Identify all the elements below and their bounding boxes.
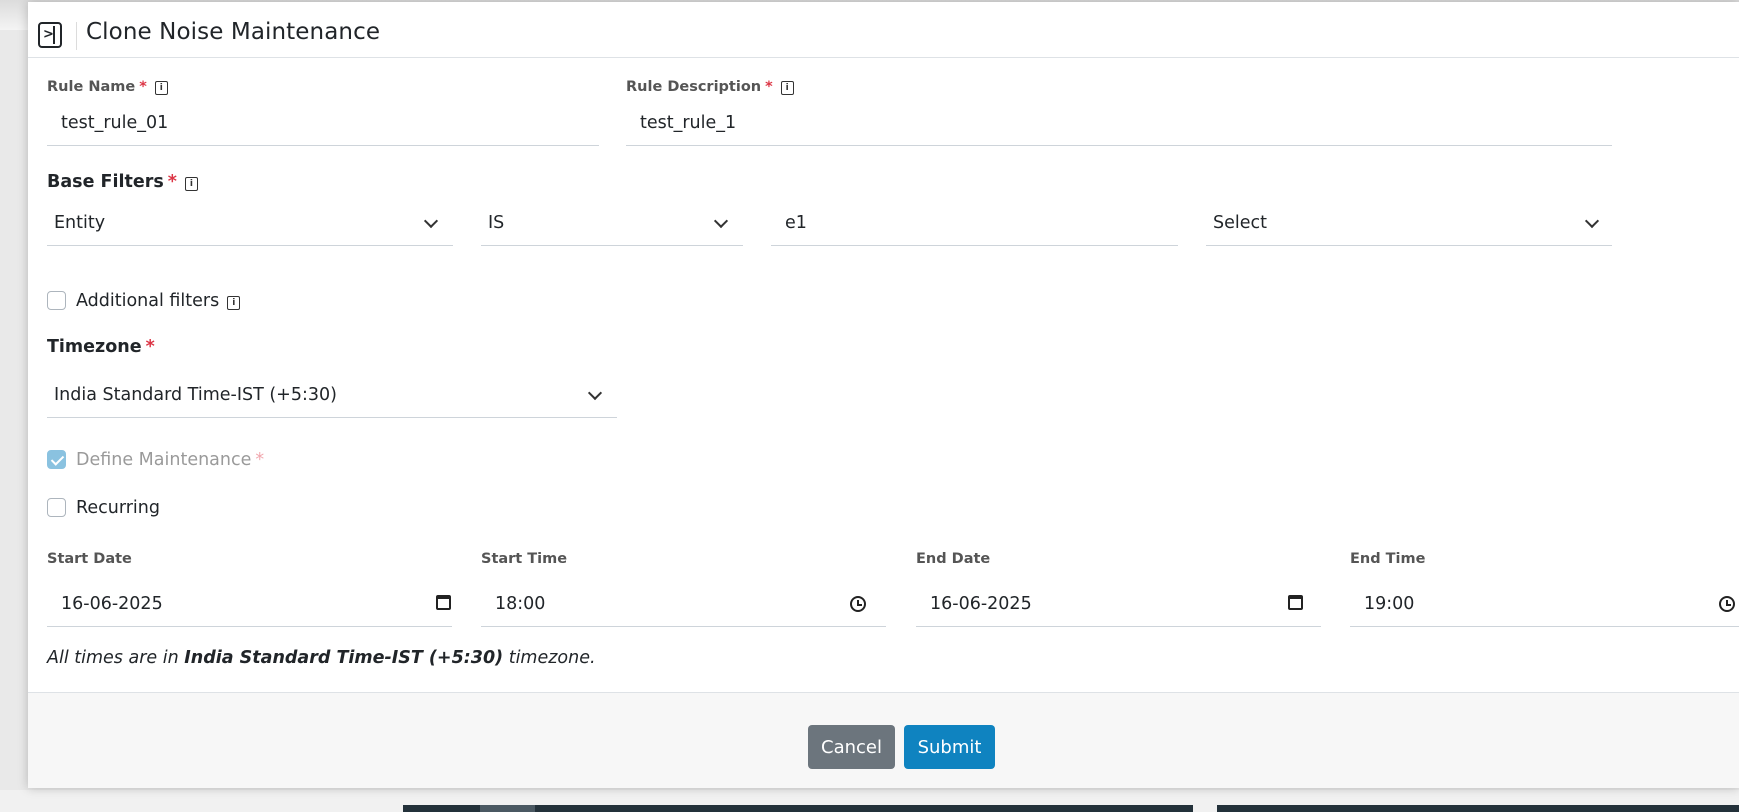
clone-maintenance-modal: > Clone Noise Maintenance Rule Name * i te… — [28, 2, 1739, 788]
start-time-input[interactable]: 18:00 — [481, 583, 886, 627]
filter-field-select[interactable]: Entity — [47, 202, 453, 246]
calendar-icon[interactable] — [436, 595, 451, 610]
info-icon[interactable]: i — [184, 177, 198, 191]
filter-value-input[interactable]: e1 — [771, 202, 1178, 246]
define-maintenance-checkbox[interactable] — [47, 450, 66, 469]
clock-icon[interactable] — [850, 596, 866, 612]
info-icon[interactable]: i — [154, 81, 168, 95]
recurring-checkbox[interactable] — [47, 498, 66, 517]
filter-extra-select[interactable]: Select — [1206, 202, 1612, 246]
recurring-label: Recurring — [76, 498, 160, 518]
calendar-icon[interactable] — [1288, 595, 1303, 610]
chevron-down-icon — [713, 213, 729, 229]
rule-description-input[interactable]: test_rule_1 — [626, 102, 1612, 146]
timezone-label: Timezone * — [47, 337, 155, 357]
rule-name-input[interactable]: test_rule_01 — [47, 102, 599, 146]
start-date-input[interactable]: 16-06-2025 — [47, 583, 452, 627]
end-date-label: End Date — [916, 551, 991, 567]
info-icon[interactable]: i — [780, 81, 794, 95]
additional-filters-checkbox[interactable] — [47, 291, 66, 310]
start-date-label: Start Date — [47, 551, 132, 567]
cancel-button[interactable]: Cancel — [808, 725, 895, 769]
background-bar — [1217, 805, 1739, 812]
background-bar — [480, 805, 535, 812]
modal-title: Clone Noise Maintenance — [86, 19, 381, 45]
modal-footer: Cancel Submit — [28, 692, 1739, 788]
filter-operator-select[interactable]: IS — [481, 202, 743, 246]
chevron-down-icon — [1584, 213, 1600, 229]
chevron-down-icon — [423, 213, 439, 229]
info-icon[interactable]: i — [227, 296, 241, 310]
timezone-select[interactable]: India Standard Time-IST (+5:30) — [47, 374, 617, 418]
submit-button[interactable]: Submit — [904, 725, 995, 769]
rule-name-label: Rule Name * i — [47, 79, 168, 95]
additional-filters-label: Additional filters i — [76, 291, 241, 311]
end-date-input[interactable]: 16-06-2025 — [916, 583, 1321, 627]
chevron-down-icon — [587, 385, 603, 401]
modal-header: > Clone Noise Maintenance — [28, 2, 1739, 58]
clock-icon[interactable] — [1719, 596, 1735, 612]
timezone-note: All times are in India Standard Time-IST… — [47, 648, 596, 668]
note-timezone: India Standard Time-IST (+5:30) — [184, 648, 504, 668]
end-time-input[interactable]: 19:00 — [1350, 583, 1739, 627]
rule-description-label: Rule Description * i — [626, 79, 794, 95]
start-time-label: Start Time — [481, 551, 568, 567]
end-time-label: End Time — [1350, 551, 1426, 567]
base-filters-label: Base Filters * i — [47, 172, 198, 192]
sidebar-toggle-icon[interactable]: > — [38, 22, 62, 48]
define-maintenance-label: Define Maintenance * — [76, 450, 265, 470]
header-divider — [76, 22, 77, 50]
